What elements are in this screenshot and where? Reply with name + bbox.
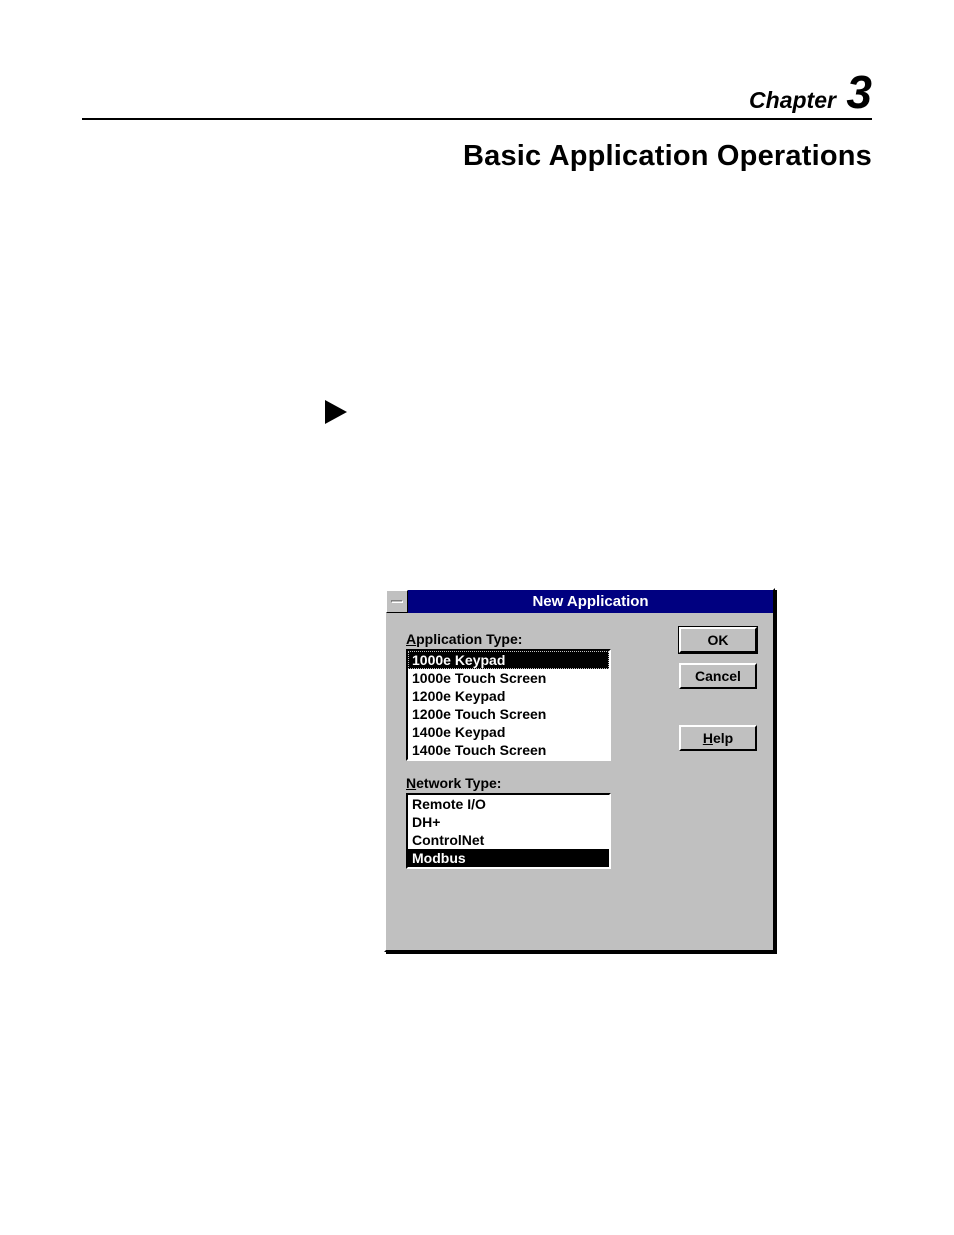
system-menu-button[interactable] xyxy=(386,590,408,613)
list-item[interactable]: ControlNet xyxy=(408,831,609,849)
cancel-button[interactable]: Cancel xyxy=(679,663,757,689)
pointer-triangle-icon xyxy=(325,400,347,424)
dialog-title: New Application xyxy=(408,590,773,613)
list-item[interactable]: 1200e Keypad xyxy=(408,687,609,705)
list-item[interactable]: Remote I/O xyxy=(408,795,609,813)
list-item[interactable]: Modbus xyxy=(408,849,609,867)
page-title: Basic Application Operations xyxy=(463,140,872,173)
page: Chapter 3 Basic Application Operations N… xyxy=(0,0,954,1235)
help-button[interactable]: Help xyxy=(679,725,757,751)
chapter-header: Chapter 3 xyxy=(749,65,872,119)
dialog-titlebar: New Application xyxy=(386,590,773,613)
dialog-button-column: OK Cancel Help xyxy=(679,627,757,761)
chapter-number: 3 xyxy=(846,66,872,118)
header-rule xyxy=(82,118,872,120)
network-type-listbox[interactable]: Remote I/O DH+ ControlNet Modbus xyxy=(406,793,611,869)
list-item[interactable]: 1400e Keypad xyxy=(408,723,609,741)
list-item[interactable]: 1200e Touch Screen xyxy=(408,705,609,723)
ok-button[interactable]: OK xyxy=(679,627,757,653)
list-item[interactable]: 1400e Touch Screen xyxy=(408,741,609,759)
list-item[interactable]: DH+ xyxy=(408,813,609,831)
system-menu-icon xyxy=(391,600,403,603)
chapter-label: Chapter xyxy=(749,87,836,113)
list-item[interactable]: 1000e Touch Screen xyxy=(408,669,609,687)
dialog-body: Application Type: 1000e Keypad 1000e Tou… xyxy=(386,613,773,887)
list-item[interactable]: 1000e Keypad xyxy=(408,651,609,669)
network-type-label: Network Type: xyxy=(406,775,753,791)
new-application-dialog: New Application Application Type: 1000e … xyxy=(384,588,775,952)
application-type-listbox[interactable]: 1000e Keypad 1000e Touch Screen 1200e Ke… xyxy=(406,649,611,761)
